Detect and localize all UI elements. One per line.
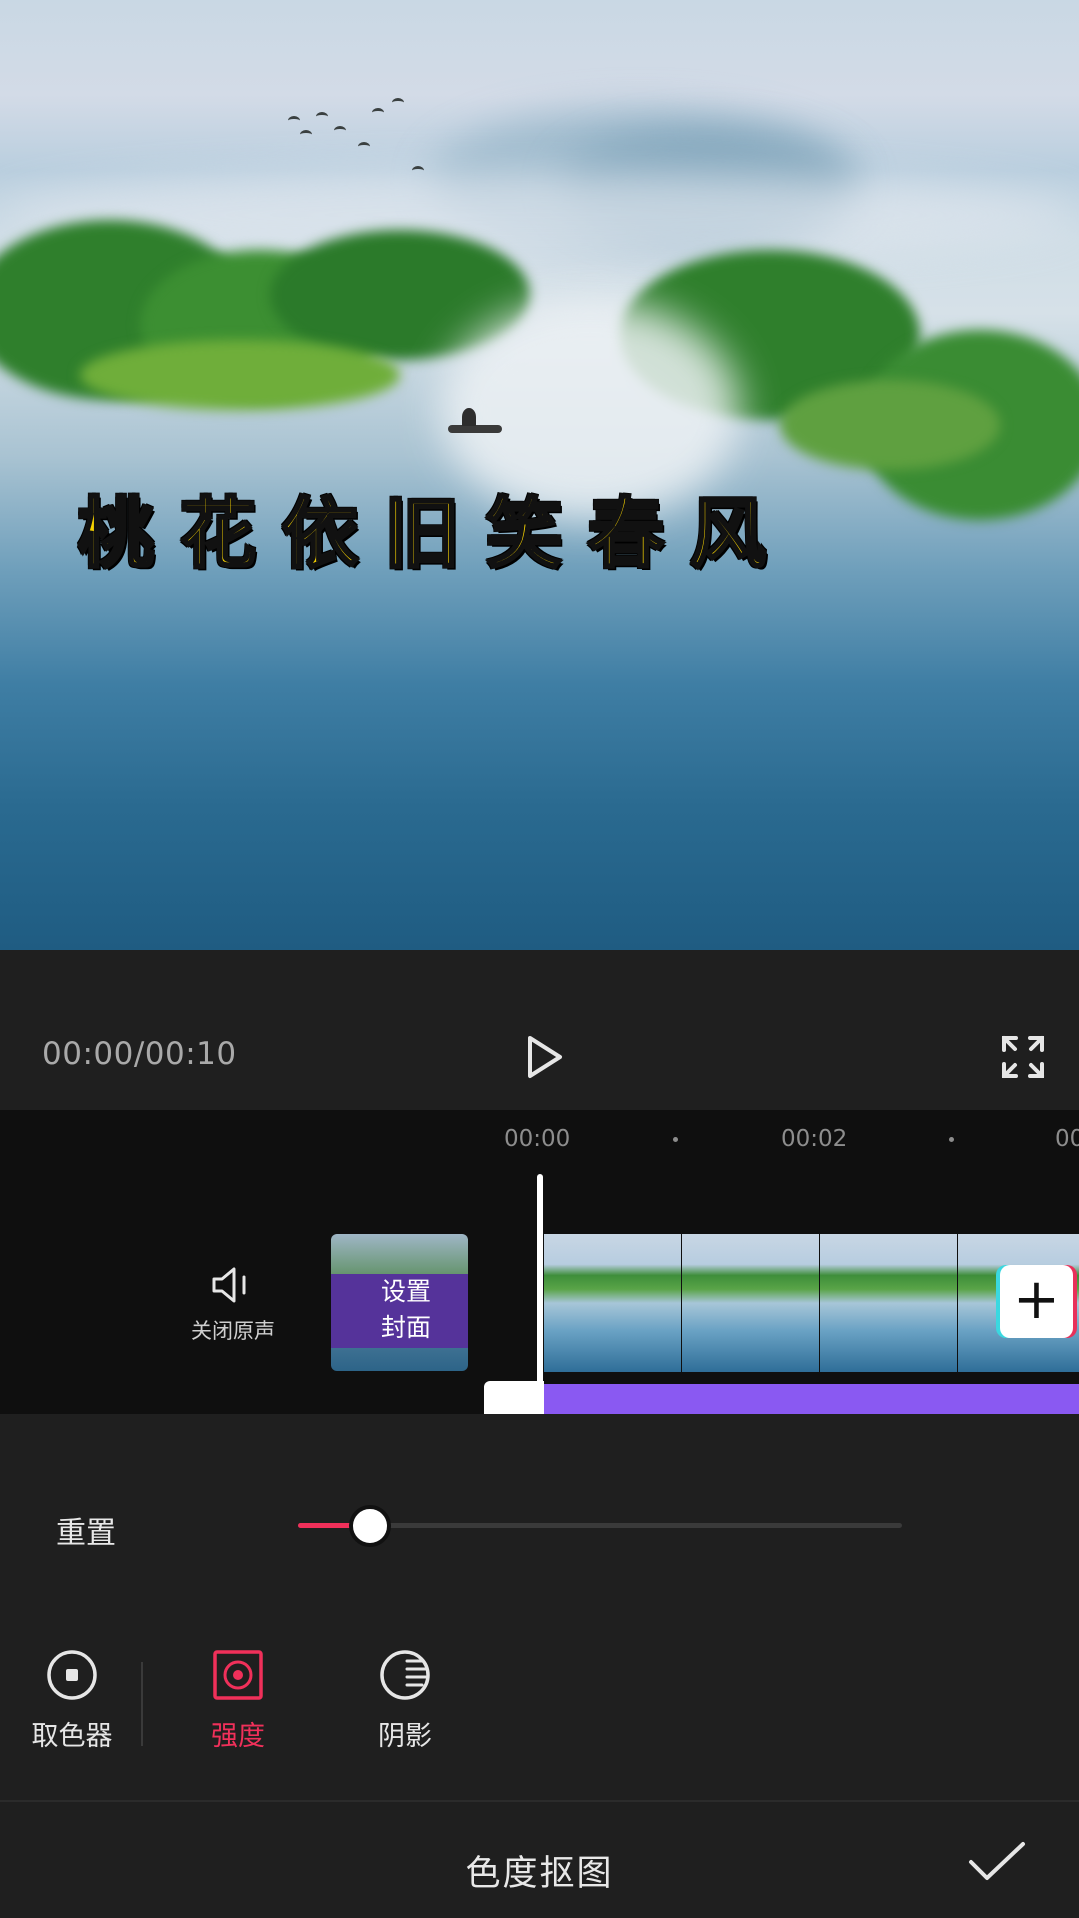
fullscreen-icon[interactable] [1000,1034,1046,1080]
cover-label-line1: 设置 [380,1277,431,1306]
intensity-icon [213,1650,263,1700]
plus-icon: + [1013,1267,1060,1332]
checkmark-icon[interactable] [967,1840,1027,1884]
speaker-icon [212,1267,246,1303]
mute-original-audio-button[interactable]: 关闭原声 [178,1265,288,1345]
shadow-icon [380,1650,430,1700]
reset-button[interactable]: 重置 [56,1508,116,1552]
playback-bar [0,950,1079,1110]
clip-frame [820,1234,958,1372]
tool-divider [141,1662,143,1746]
color-picker-icon [47,1650,97,1700]
ruler-label: 00:02 [781,1126,848,1152]
cover-label-line2: 封面 [380,1313,431,1342]
playback-time: 00:00/00:10 [42,1036,237,1072]
chroma-key-panel [0,1414,1079,1800]
video-subtitle[interactable]: 桃花依旧笑春风 [77,494,792,573]
mute-label: 关闭原声 [191,1319,275,1343]
ruler-label: 00 [1055,1126,1079,1152]
ruler-label: 00:00 [504,1126,571,1152]
ruler-dot [673,1137,678,1142]
tool-color-picker[interactable]: 取色器 [17,1648,127,1753]
tool-intensity[interactable]: 强度 [183,1648,293,1753]
add-clip-button[interactable]: + [1000,1265,1073,1338]
playhead[interactable] [537,1174,543,1414]
tool-label: 强度 [211,1721,265,1752]
clip-frame [682,1234,820,1372]
clip-frame [544,1234,682,1372]
cover-overlay: 设置 封面 [331,1274,468,1348]
tool-shadow[interactable]: 阴影 [350,1648,460,1753]
ruler-dot [949,1137,954,1142]
video-preview[interactable]: 桃花依旧笑春风 [0,0,1079,950]
audio-track[interactable] [544,1384,1079,1414]
fisherman [462,408,476,426]
video-clip-track[interactable] [544,1234,1079,1372]
boat [448,425,502,433]
panel-title: 色度抠图 [465,1854,614,1894]
tool-label: 阴影 [378,1721,432,1752]
play-icon[interactable] [518,1032,568,1082]
tool-label: 取色器 [31,1721,113,1752]
set-cover-button[interactable]: 设置 封面 [331,1234,468,1371]
audio-track-handle[interactable] [484,1381,544,1414]
